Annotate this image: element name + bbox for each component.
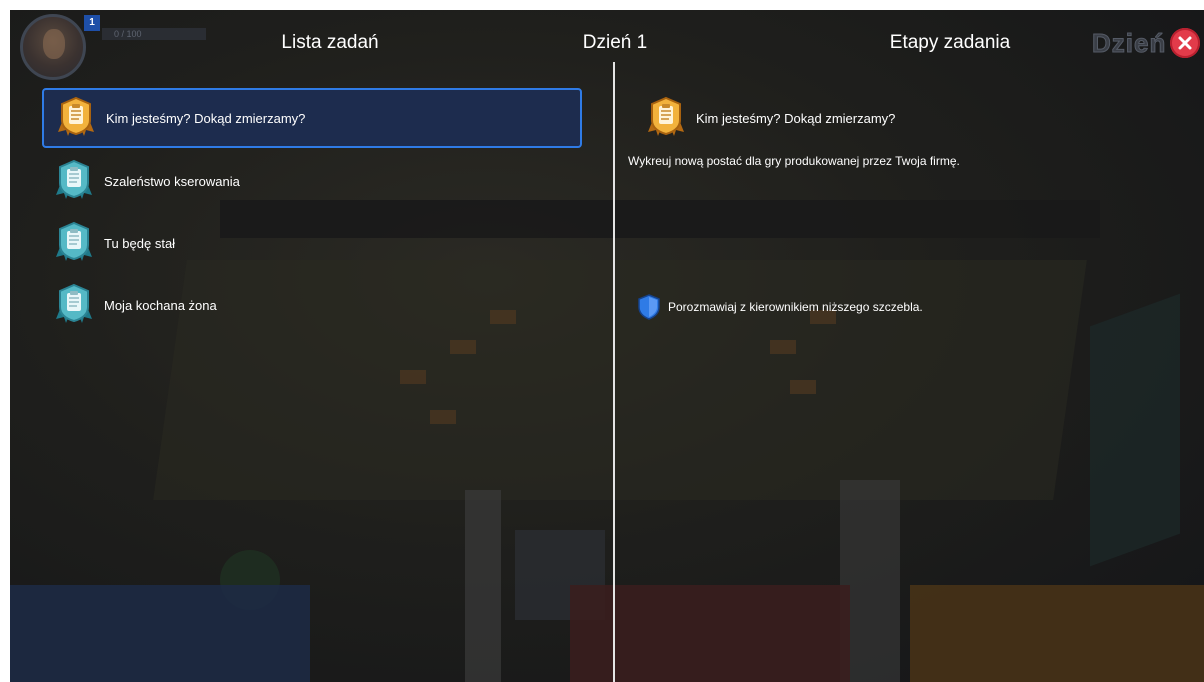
panel-divider [613,62,615,682]
teal-clipboard-badge-icon [56,221,92,265]
day-label-background: Dzień [1092,28,1167,59]
task-label: Szaleństwo kserowania [104,173,240,189]
close-icon [1178,36,1192,50]
teal-clipboard-badge-icon [56,159,92,203]
task-item[interactable]: Tu będę stał [42,214,582,272]
teal-clipboard-badge-icon [56,283,92,327]
task-description: Wykreuj nową postać dla gry produkowanej… [628,154,960,168]
player-avatar[interactable] [20,14,86,80]
gold-clipboard-badge-icon [648,96,684,140]
close-button[interactable] [1170,28,1200,58]
task-item-selected[interactable]: Kim jesteśmy? Dokąd zmierzamy? [42,88,582,148]
task-label: Moja kochana żona [104,297,217,313]
task-label: Kim jesteśmy? Dokąd zmierzamy? [106,110,306,126]
task-stages-title: Etapy zadania [889,32,1011,53]
task-detail-header: Kim jesteśmy? Dokąd zmierzamy? [628,88,1188,148]
task-label: Tu będę stał [104,235,176,251]
task-item[interactable]: Szaleństwo kserowania [42,152,582,210]
task-stage-label: Porozmawiaj z kierownikiem niższego szcz… [668,300,923,314]
gold-clipboard-badge-icon [58,96,94,140]
task-stage-item: Porozmawiaj z kierownikiem niższego szcz… [638,294,923,320]
task-detail-title: Kim jesteśmy? Dokąd zmierzamy? [696,110,896,126]
game-screen: 1 0 / 100 Lista zadań Dzień 1 Etapy zada… [10,10,1204,682]
level-badge: 1 [84,15,100,31]
task-detail-panel: Kim jesteśmy? Dokąd zmierzamy? Wykreuj n… [628,88,1188,320]
blue-shield-icon [638,294,660,320]
task-list: Kim jesteśmy? Dokąd zmierzamy? Szaleństw… [42,88,582,338]
task-item[interactable]: Moja kochana żona [42,276,582,334]
task-list-title: Lista zadań [281,32,379,53]
day-title: Dzień 1 [582,32,648,53]
